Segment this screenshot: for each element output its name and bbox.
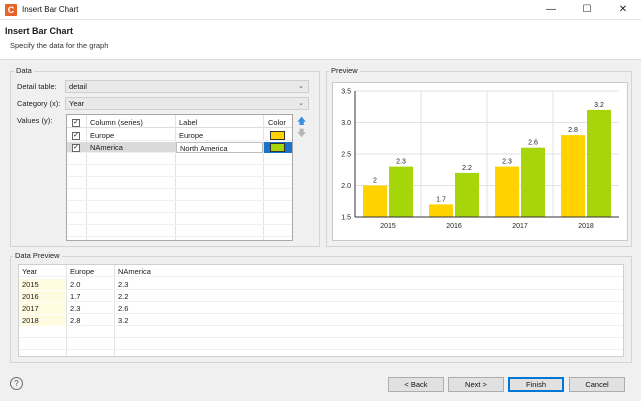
y-tick-label: 3.5 xyxy=(341,89,351,96)
wizard-banner: Insert Bar Chart Specify the data for th… xyxy=(0,20,641,60)
select-all-checkbox[interactable]: ✓ xyxy=(72,119,80,127)
detail-table-value: detail xyxy=(69,82,87,91)
series-label-input[interactable]: North America xyxy=(176,142,263,153)
bar xyxy=(363,185,387,217)
x-tick-label: 2017 xyxy=(512,223,528,230)
data-group-label: Data xyxy=(14,66,34,75)
title-bar: C Insert Bar Chart — ☐ ✕ xyxy=(0,0,641,20)
table-row: 2015 2.0 2.3 xyxy=(19,279,623,290)
table-cell: 2.6 xyxy=(118,304,129,313)
table-row: 2017 2.3 2.6 xyxy=(19,303,623,314)
back-button[interactable]: < Back xyxy=(388,377,444,392)
series-color-swatch[interactable] xyxy=(270,131,285,140)
table-header-namerica: NAmerica xyxy=(118,267,151,276)
bar xyxy=(561,135,585,217)
move-up-icon[interactable]: 🡅 xyxy=(297,116,306,126)
wizard-subtitle: Specify the data for the graph xyxy=(10,41,109,50)
bar-value-label: 2 xyxy=(373,178,377,185)
table-cell: 1.7 xyxy=(70,292,81,301)
x-tick-label: 2018 xyxy=(578,223,594,230)
detail-table-select[interactable]: detail ⌄ xyxy=(65,80,309,93)
data-preview-table: Year Europe NAmerica 2015 2.0 2.3 2016 1.7 2.… xyxy=(18,264,624,357)
series-checkbox[interactable]: ✓ xyxy=(72,144,80,152)
preview-group-label: Preview xyxy=(329,66,360,75)
table-cell: 2017 xyxy=(19,303,66,314)
y-tick-label: 3.0 xyxy=(341,120,351,127)
bar-value-label: 2.3 xyxy=(502,159,512,166)
bar-value-label: 3.2 xyxy=(594,102,604,109)
chart-preview: 1.5 2.0 2.5 3.0 3.5 2 2.3 2015 1.7 2.2 2016 2.3 2.6 2… xyxy=(332,82,628,241)
bar-value-label: 1.7 xyxy=(436,196,446,203)
detail-table-label: Detail table: xyxy=(17,82,57,91)
bar xyxy=(495,166,519,217)
y-tick-label: 2.5 xyxy=(341,152,351,159)
table-cell: 2.0 xyxy=(70,280,81,289)
table-cell: 3.2 xyxy=(118,316,129,325)
move-down-icon[interactable]: 🡇 xyxy=(297,128,306,138)
app-icon: C xyxy=(5,4,17,16)
table-header: Year Europe NAmerica xyxy=(19,266,623,277)
bar xyxy=(429,204,453,217)
table-row: 2018 2.8 3.2 xyxy=(19,315,623,326)
bar-chart: 1.5 2.0 2.5 3.0 3.5 2 2.3 2015 1.7 2.2 2016 2.3 2.6 2… xyxy=(341,89,619,230)
wizard-title: Insert Bar Chart xyxy=(5,26,74,36)
next-button[interactable]: Next > xyxy=(448,377,504,392)
minimize-button[interactable]: — xyxy=(533,0,569,20)
data-preview-label: Data Preview xyxy=(13,251,62,260)
bar xyxy=(389,166,413,217)
table-cell: 2018 xyxy=(19,315,66,326)
y-tick-label: 1.5 xyxy=(341,215,351,222)
column-header-label: Label xyxy=(179,118,198,127)
bar-value-label: 2.8 xyxy=(568,127,578,134)
bar xyxy=(587,109,611,217)
chevron-down-icon: ⌄ xyxy=(298,83,304,90)
cancel-button[interactable]: Cancel xyxy=(569,377,625,392)
finish-button[interactable]: Finish xyxy=(508,377,564,392)
bar xyxy=(521,147,545,217)
table-header-europe: Europe xyxy=(70,267,95,276)
category-label: Category (x): xyxy=(17,99,61,108)
table-cell: 2.2 xyxy=(118,292,129,301)
series-name: Europe xyxy=(90,131,115,140)
bar-value-label: 2.6 xyxy=(528,140,538,147)
y-tick-label: 2.0 xyxy=(341,183,351,190)
series-name: NAmerica xyxy=(90,143,123,152)
table-row: 2016 1.7 2.2 xyxy=(19,291,623,302)
table-cell: 2.3 xyxy=(70,304,81,313)
category-select[interactable]: Year ⌄ xyxy=(65,97,309,110)
maximize-button[interactable]: ☐ xyxy=(569,0,605,20)
column-header-color: Color xyxy=(268,118,286,127)
values-grid: ✓ Column (series) Label Color ✓ Europe E… xyxy=(66,114,293,241)
series-row[interactable]: ✓ Europe Europe xyxy=(67,130,292,141)
color-cell-selected[interactable] xyxy=(264,142,292,153)
table-cell: 2.8 xyxy=(70,316,81,325)
series-checkbox[interactable]: ✓ xyxy=(72,132,80,140)
close-button[interactable]: ✕ xyxy=(605,0,641,20)
grid-header: ✓ Column (series) Label Color xyxy=(67,117,292,128)
series-row[interactable]: ✓ NAmerica North America xyxy=(67,142,292,153)
category-value: Year xyxy=(69,99,85,108)
table-header-year: Year xyxy=(22,267,38,276)
table-cell: 2.3 xyxy=(118,280,129,289)
chevron-down-icon: ⌄ xyxy=(298,100,304,107)
window-title: Insert Bar Chart xyxy=(22,5,79,14)
table-cell: 2015 xyxy=(19,279,66,290)
x-tick-label: 2016 xyxy=(446,223,462,230)
column-header-series: Column (series) xyxy=(90,118,143,127)
values-label: Values (y): xyxy=(17,116,53,125)
help-icon[interactable]: ? xyxy=(10,377,23,390)
bar-value-label: 2.2 xyxy=(462,165,472,172)
table-cell: 2016 xyxy=(19,291,66,302)
bar xyxy=(455,172,479,217)
series-color-swatch[interactable] xyxy=(270,143,285,152)
bar-value-label: 2.3 xyxy=(396,159,406,166)
x-tick-label: 2015 xyxy=(380,223,396,230)
series-label[interactable]: Europe xyxy=(176,130,263,141)
